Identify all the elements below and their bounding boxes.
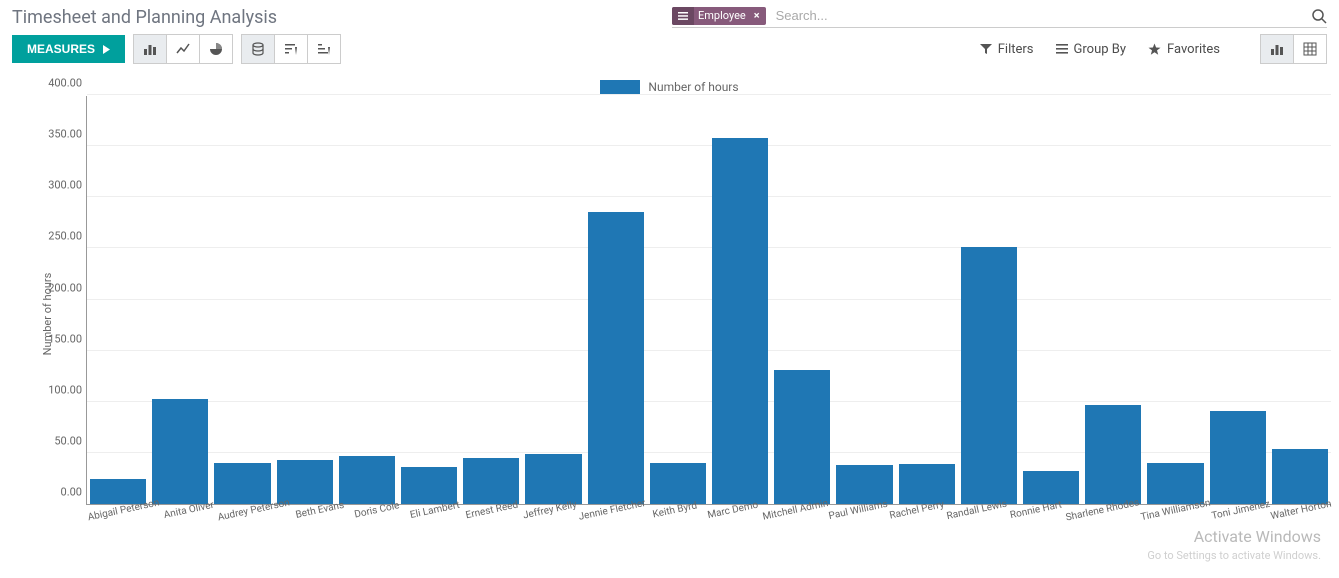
x-tick: Keith Byrd: [646, 499, 710, 546]
x-tick: Sharlene Rhodes: [1065, 497, 1146, 548]
bar[interactable]: [152, 399, 208, 504]
facet-remove-icon[interactable]: ×: [752, 9, 766, 22]
list-icon: [1056, 44, 1068, 54]
bar[interactable]: [961, 247, 1017, 504]
view-graph-button[interactable]: [1260, 34, 1294, 64]
table-icon: [1303, 42, 1317, 56]
y-tick: 400.00: [48, 77, 82, 90]
measures-button[interactable]: MEASURES: [12, 35, 125, 63]
bar[interactable]: [650, 463, 706, 504]
pie-chart-icon: [209, 42, 223, 56]
chart-legend: Number of hours: [4, 74, 1335, 96]
y-tick: 150.00: [48, 332, 82, 345]
x-tick: Tina Williamson: [1139, 498, 1216, 548]
search-area[interactable]: Employee ×: [672, 6, 1327, 28]
x-tick: Marc Demo: [704, 499, 768, 546]
y-tick: 0.00: [61, 486, 82, 499]
database-icon: [251, 42, 265, 56]
search-input[interactable]: [772, 6, 1311, 25]
search-icon[interactable]: [1311, 8, 1327, 24]
bar[interactable]: [214, 463, 270, 504]
filters-label: Filters: [998, 42, 1034, 57]
bar[interactable]: [463, 458, 519, 504]
watermark-sub: Go to Settings to activate Windows.: [1147, 549, 1321, 562]
list-icon: [672, 7, 694, 25]
measures-label: MEASURES: [27, 42, 95, 56]
chart-line-button[interactable]: [166, 34, 200, 64]
legend-label: Number of hours: [648, 80, 738, 94]
line-chart-icon: [176, 42, 190, 56]
x-tick: Toni Jimenez: [1210, 499, 1276, 547]
search-facet-employee[interactable]: Employee ×: [672, 7, 766, 25]
filters-button[interactable]: Filters: [980, 42, 1034, 57]
y-tick: 50.00: [54, 434, 82, 447]
y-tick: 350.00: [48, 128, 82, 141]
bar[interactable]: [899, 464, 955, 504]
x-tick: Beth Evans: [290, 499, 354, 546]
bar[interactable]: [90, 479, 146, 505]
x-tick: Walter Horton: [1270, 499, 1338, 547]
x-tick: Mitchell Admin: [761, 498, 834, 547]
star-icon: [1148, 43, 1161, 56]
chart-area: Number of hours Number of hours 0.0050.0…: [0, 74, 1339, 564]
bar-chart-icon: [1270, 42, 1284, 56]
groupby-button[interactable]: Group By: [1056, 42, 1127, 57]
caret-right-icon: [103, 45, 110, 54]
bar[interactable]: [588, 212, 644, 504]
legend-swatch: [600, 80, 640, 94]
x-tick: Jeffrey Kelly: [521, 499, 585, 546]
bar[interactable]: [1272, 449, 1328, 504]
facet-label: Employee: [694, 7, 752, 24]
sort-asc-icon: [317, 42, 331, 56]
page-title: Timesheet and Planning Analysis: [12, 7, 277, 28]
sort-desc-button[interactable]: [274, 34, 308, 64]
x-tick: Ronnie Hart: [1007, 499, 1071, 546]
y-tick: 100.00: [48, 383, 82, 396]
chart-bar-button[interactable]: [133, 34, 167, 64]
x-tick: Eli Lambert: [405, 499, 469, 546]
bar[interactable]: [1023, 471, 1079, 504]
y-axis: 0.00 50.00 100.00 150.00 200.00 250.00 300.00 3…: [40, 96, 86, 531]
x-tick: Ernest Reed: [463, 499, 527, 546]
funnel-icon: [980, 43, 992, 55]
sort-desc-icon: [284, 42, 298, 56]
x-tick: Randall Lewis: [946, 499, 1013, 547]
bar[interactable]: [339, 456, 395, 504]
bar[interactable]: [525, 454, 581, 504]
x-tick: Doris Cole: [348, 499, 412, 546]
x-tick: Paul Williams: [828, 499, 894, 547]
plot-area: [86, 96, 1331, 505]
bar[interactable]: [1147, 463, 1203, 504]
bar[interactable]: [401, 467, 457, 504]
favorites-label: Favorites: [1167, 42, 1220, 57]
x-axis: Abigail PetersonAnita OliverAudrey Peter…: [86, 505, 1331, 541]
x-tick: Anita Oliver: [160, 499, 224, 546]
bar[interactable]: [774, 370, 830, 504]
favorites-button[interactable]: Favorites: [1148, 42, 1220, 57]
bar-chart-icon: [143, 42, 157, 56]
y-tick: 250.00: [48, 230, 82, 243]
bar[interactable]: [1085, 405, 1141, 504]
x-tick: Abigail Peterson: [87, 497, 166, 547]
bar[interactable]: [1210, 411, 1266, 504]
bar[interactable]: [712, 138, 768, 504]
x-tick: Jennie Fletcher: [578, 498, 652, 547]
groupby-label: Group By: [1074, 42, 1127, 57]
stacked-button[interactable]: [241, 34, 275, 64]
y-tick: 300.00: [48, 179, 82, 192]
x-tick: Audrey Peterson: [217, 497, 296, 547]
sort-asc-button[interactable]: [307, 34, 341, 64]
x-tick: Rachel Perry: [888, 499, 952, 546]
y-tick: 200.00: [48, 281, 82, 294]
chart-pie-button[interactable]: [199, 34, 233, 64]
view-pivot-button[interactable]: [1293, 34, 1327, 64]
